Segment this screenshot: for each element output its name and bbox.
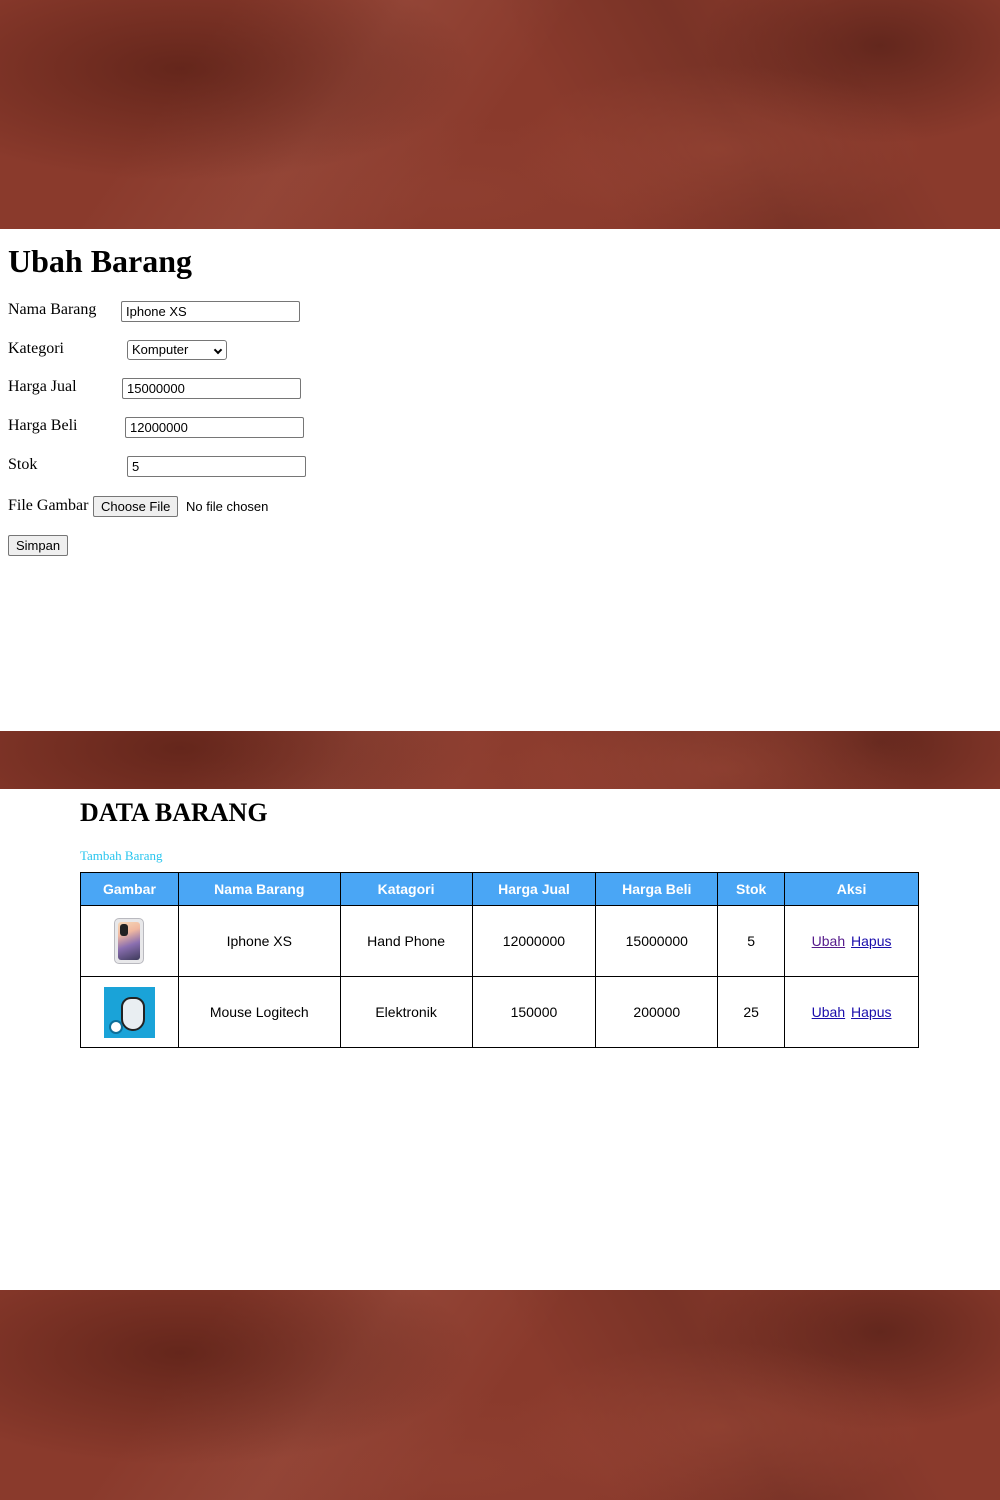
nama-cell: Mouse Logitech [177,976,341,1048]
choose-file-button[interactable]: Choose File [93,496,179,517]
hapus-link[interactable]: Hapus [851,933,891,949]
harga-jual-label: Harga Jual [8,378,77,395]
form-title: Ubah Barang [8,243,193,279]
iphone-xs-image [114,918,145,964]
data-barang-table: Gambar Nama Barang Katagori Harga Jual H… [80,872,919,1048]
hapus-link[interactable]: Hapus [851,1004,891,1020]
kategori-selected-value: Komputer [132,342,189,357]
gambar-cell [80,905,179,977]
simpan-button[interactable]: Simpan [8,535,69,556]
file-gambar-label: File Gambar [8,497,89,514]
column-header-harga-beli: Harga Beli [595,872,719,906]
tambah-barang-link[interactable]: Tambah Barang [80,848,162,864]
column-header-aksi: Aksi [784,872,919,906]
ubah-link[interactable]: Ubah [812,1004,845,1020]
harga-beli-cell: 200000 [595,976,719,1048]
banner-top-texture [0,0,1000,229]
kategori-select[interactable]: Komputer [127,340,227,360]
file-status-text: No file chosen [186,499,269,514]
kategori-cell: Elektronik [339,976,473,1048]
data-barang-title: DATA BARANG [80,798,268,827]
ubah-link[interactable]: Ubah [812,933,845,949]
column-header-harga-jual: Harga Jual [471,872,597,906]
nama-barang-input[interactable]: Iphone XS [121,301,300,322]
harga-beli-label: Harga Beli [8,417,78,434]
gambar-cell [80,976,179,1048]
column-header-gambar: Gambar [80,872,179,906]
stok-cell: 25 [717,976,786,1048]
column-header-stok: Stok [717,872,786,906]
table-header-row: Gambar Nama Barang Katagori Harga Jual H… [80,872,919,906]
nama-barang-label: Nama Barang [8,301,97,318]
aksi-cell: Ubah Hapus [784,976,919,1048]
harga-jual-input[interactable]: 15000000 [122,378,301,399]
stok-cell: 5 [717,905,786,977]
harga-beli-cell: 15000000 [595,905,719,977]
harga-jual-cell: 12000000 [471,905,597,977]
column-header-kategori: Katagori [339,872,473,906]
harga-jual-cell: 150000 [471,976,597,1048]
nama-cell: Iphone XS [177,905,341,977]
kategori-cell: Hand Phone [339,905,473,977]
column-header-nama: Nama Barang [177,872,341,906]
logitech-mouse-image [103,986,155,1038]
table-row: Mouse Logitech Elektronik 150000 200000 … [80,976,919,1048]
chevron-down-icon [213,345,223,355]
banner-bottom-texture [0,1290,1000,1500]
harga-beli-input[interactable]: 12000000 [125,417,304,438]
table-row: Iphone XS Hand Phone 12000000 15000000 5… [80,905,919,977]
banner-middle-texture [0,731,1000,789]
kategori-label: Kategori [8,340,64,357]
stok-label: Stok [8,456,38,473]
stok-input[interactable]: 5 [127,456,306,477]
aksi-cell: Ubah Hapus [784,905,919,977]
